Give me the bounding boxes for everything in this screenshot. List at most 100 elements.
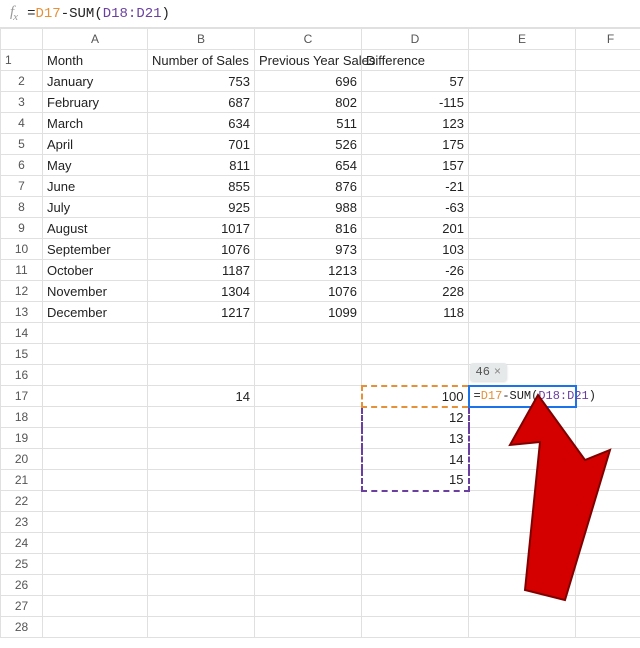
cell-E22[interactable] (469, 491, 576, 512)
cell-B9[interactable]: 1017 (148, 218, 255, 239)
row-header[interactable]: 14 (1, 323, 43, 344)
cell-D10[interactable]: 103 (362, 239, 469, 260)
row-header[interactable]: 12 (1, 281, 43, 302)
cell-F4[interactable] (576, 113, 640, 134)
cell-A19[interactable] (43, 428, 148, 449)
cell-B2[interactable]: 753 (148, 71, 255, 92)
cell-C1[interactable]: Previous Year Sales (255, 50, 362, 71)
cell-A12[interactable]: November (43, 281, 148, 302)
cell-A13[interactable]: December (43, 302, 148, 323)
cell-B14[interactable] (148, 323, 255, 344)
cell-C22[interactable] (255, 491, 362, 512)
cell-A3[interactable]: February (43, 92, 148, 113)
cell-D21[interactable]: 15 (362, 470, 469, 491)
cell-E8[interactable] (469, 197, 576, 218)
row-header[interactable]: 18 (1, 407, 43, 428)
cell-C10[interactable]: 973 (255, 239, 362, 260)
cell-F22[interactable] (576, 491, 640, 512)
cell-A20[interactable] (43, 449, 148, 470)
cell-D28[interactable] (362, 617, 469, 638)
cell-C14[interactable] (255, 323, 362, 344)
row-header[interactable]: 23 (1, 512, 43, 533)
cell-F13[interactable] (576, 302, 640, 323)
cell-E25[interactable] (469, 554, 576, 575)
cell-E1[interactable] (469, 50, 576, 71)
cell-D3[interactable]: -115 (362, 92, 469, 113)
cell-D24[interactable] (362, 533, 469, 554)
cell-A21[interactable] (43, 470, 148, 491)
col-header-C[interactable]: C (255, 29, 362, 50)
cell-B24[interactable] (148, 533, 255, 554)
cell-A16[interactable] (43, 365, 148, 386)
cell-C8[interactable]: 988 (255, 197, 362, 218)
cell-F9[interactable] (576, 218, 640, 239)
row-header[interactable]: 22 (1, 491, 43, 512)
cell-E12[interactable] (469, 281, 576, 302)
cell-C24[interactable] (255, 533, 362, 554)
cell-D27[interactable] (362, 596, 469, 617)
row-header[interactable]: 19 (1, 428, 43, 449)
cell-F2[interactable] (576, 71, 640, 92)
cell-C20[interactable] (255, 449, 362, 470)
cell-E15[interactable] (469, 344, 576, 365)
cell-B22[interactable] (148, 491, 255, 512)
col-header-A[interactable]: A (43, 29, 148, 50)
cell-C23[interactable] (255, 512, 362, 533)
cell-D14[interactable] (362, 323, 469, 344)
cell-D4[interactable]: 123 (362, 113, 469, 134)
row-header[interactable]: 26 (1, 575, 43, 596)
cell-D12[interactable]: 228 (362, 281, 469, 302)
cell-C19[interactable] (255, 428, 362, 449)
cell-A10[interactable]: September (43, 239, 148, 260)
cell-C2[interactable]: 696 (255, 71, 362, 92)
cell-E28[interactable] (469, 617, 576, 638)
cell-B25[interactable] (148, 554, 255, 575)
cell-B4[interactable]: 634 (148, 113, 255, 134)
cell-E19[interactable] (469, 428, 576, 449)
cell-E20[interactable] (469, 449, 576, 470)
cell-E13[interactable] (469, 302, 576, 323)
row-header[interactable]: 11 (1, 260, 43, 281)
cell-E17[interactable]: 46×=D17-SUM(D18:D21) (469, 386, 576, 407)
cell-C13[interactable]: 1099 (255, 302, 362, 323)
cell-D5[interactable]: 175 (362, 134, 469, 155)
cell-E10[interactable] (469, 239, 576, 260)
cell-B18[interactable] (148, 407, 255, 428)
cell-B15[interactable] (148, 344, 255, 365)
cell-D7[interactable]: -21 (362, 176, 469, 197)
row-header[interactable]: 27 (1, 596, 43, 617)
cell-C26[interactable] (255, 575, 362, 596)
cell-F8[interactable] (576, 197, 640, 218)
cell-D18[interactable]: 12 (362, 407, 469, 428)
cell-F6[interactable] (576, 155, 640, 176)
cell-F14[interactable] (576, 323, 640, 344)
cell-B20[interactable] (148, 449, 255, 470)
cell-C28[interactable] (255, 617, 362, 638)
cell-F10[interactable] (576, 239, 640, 260)
cell-A18[interactable] (43, 407, 148, 428)
cell-C6[interactable]: 654 (255, 155, 362, 176)
cell-F26[interactable] (576, 575, 640, 596)
cell-F27[interactable] (576, 596, 640, 617)
cell-E26[interactable] (469, 575, 576, 596)
cell-D8[interactable]: -63 (362, 197, 469, 218)
row-header[interactable]: 15 (1, 344, 43, 365)
cell-E27[interactable] (469, 596, 576, 617)
cell-A5[interactable]: April (43, 134, 148, 155)
row-header[interactable]: 2 (1, 71, 43, 92)
cell-C17[interactable] (255, 386, 362, 407)
cell-A23[interactable] (43, 512, 148, 533)
cell-F19[interactable] (576, 428, 640, 449)
cell-C18[interactable] (255, 407, 362, 428)
row-header[interactable]: 3 (1, 92, 43, 113)
cell-A6[interactable]: May (43, 155, 148, 176)
cell-C21[interactable] (255, 470, 362, 491)
cell-B12[interactable]: 1304 (148, 281, 255, 302)
cell-D26[interactable] (362, 575, 469, 596)
cell-B13[interactable]: 1217 (148, 302, 255, 323)
cell-D9[interactable]: 201 (362, 218, 469, 239)
cell-A28[interactable] (43, 617, 148, 638)
row-header[interactable]: 21 (1, 470, 43, 491)
row-header[interactable]: 7 (1, 176, 43, 197)
cell-D16[interactable] (362, 365, 469, 386)
